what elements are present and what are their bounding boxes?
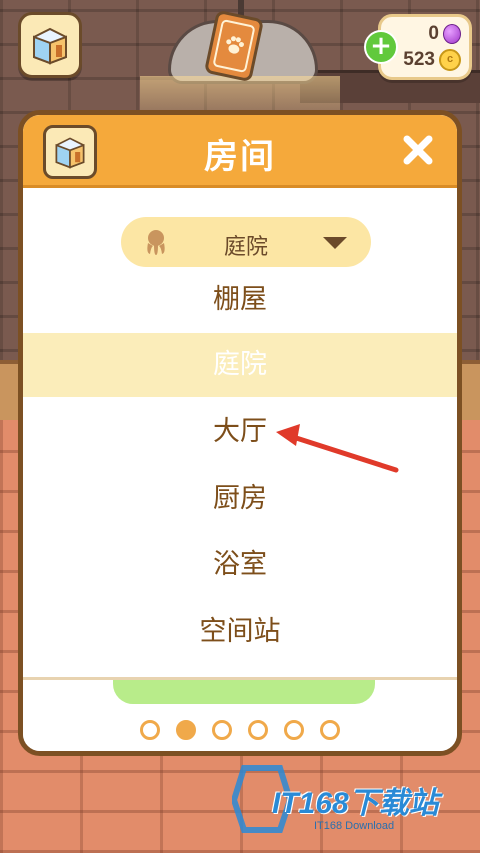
close-icon (403, 135, 433, 165)
close-button[interactable] (399, 131, 437, 169)
dialog-footer (23, 677, 457, 751)
coin-icon: c (439, 49, 461, 71)
paw-icon (226, 36, 244, 54)
page-dot[interactable] (140, 720, 160, 740)
dialog-header: 房间 (23, 115, 457, 188)
gem-icon (443, 24, 461, 44)
coin-counter: 523 c (403, 48, 461, 72)
room-option[interactable]: 浴室 (23, 533, 457, 597)
watermark: IT168下载站 IT168 Download (232, 764, 472, 844)
coin-count: 523 (403, 49, 435, 70)
room-icon (33, 27, 67, 65)
watermark-brand: IT168下载站 (272, 787, 439, 820)
room-option[interactable]: 棚屋 (23, 268, 457, 332)
room-option-selected[interactable]: 庭院 (23, 333, 457, 397)
room-select-dropdown[interactable]: 庭院 (121, 217, 371, 267)
gem-count: 0 (428, 23, 439, 44)
watermark-subtitle: IT168 Download (314, 820, 395, 832)
page-dot[interactable] (212, 720, 232, 740)
dialog-title: 房间 (204, 137, 276, 177)
page-indicator (23, 720, 457, 740)
confirm-button-partial[interactable] (113, 680, 375, 704)
chevron-down-icon (323, 237, 347, 249)
add-currency-button[interactable]: + (364, 30, 398, 64)
page-dot[interactable] (320, 720, 340, 740)
annotation-arrow-icon (276, 424, 399, 473)
page-dot[interactable] (248, 720, 268, 740)
gem-counter: 0 (428, 22, 461, 46)
room-menu-button[interactable] (18, 12, 82, 78)
room-option[interactable]: 空间站 (23, 600, 457, 664)
page-dot-active[interactable] (176, 720, 196, 740)
page-dot[interactable] (284, 720, 304, 740)
